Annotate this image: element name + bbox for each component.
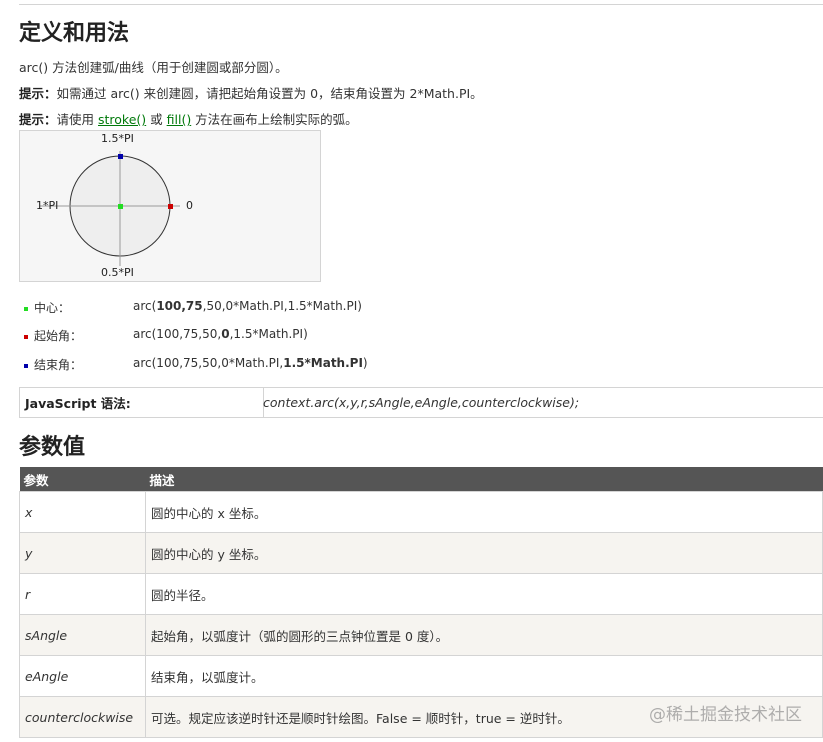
legend-end-code-bold: 1.5*Math.PI — [283, 356, 363, 370]
param-desc: 结束角，以弧度计。 — [145, 655, 823, 697]
param-desc: 圆的中心的 y 坐标。 — [145, 532, 823, 574]
tip-2-pre: 请使用 — [56, 112, 98, 127]
start-angle-marker — [168, 204, 173, 209]
legend-start: 起始角： arc(100,75,50,0,1.5*Math.PI) — [24, 327, 308, 344]
arc-diagram-svg — [40, 151, 180, 266]
legend-end-label: 结束角： — [34, 358, 83, 372]
tip-2-label: 提示： — [19, 112, 57, 127]
param-name: eAngle — [19, 655, 146, 697]
params-table: 参数 描述 x 圆的中心的 x 坐标。 y 圆的中心的 y 坐标。 r 圆的半径。 s… — [19, 467, 823, 738]
legend-center-code-pre: arc( — [133, 299, 157, 313]
legend-start-code: arc(100,75,50,0,1.5*Math.PI) — [133, 327, 308, 341]
legend-center-label: 中心： — [34, 301, 71, 315]
table-row: x 圆的中心的 x 坐标。 — [19, 491, 823, 533]
label-0-5-pi: 0.5*PI — [101, 266, 134, 279]
table-row: y 圆的中心的 y 坐标。 — [19, 532, 823, 574]
center-dot-icon — [24, 306, 28, 311]
start-dot-icon — [24, 334, 28, 339]
legend-center-code-post: ,50,0*Math.PI,1.5*Math.PI) — [202, 299, 362, 313]
syntax-label: JavaScript 语法: — [20, 388, 264, 417]
tip-2-mid: 或 — [146, 112, 167, 127]
param-desc: 圆的半径。 — [145, 573, 823, 615]
param-desc: 起始角，以弧度计（弧的圆形的三点钟位置是 0 度）。 — [145, 614, 823, 656]
tip-1-label: 提示： — [19, 86, 57, 101]
legend-end: 结束角： arc(100,75,50,0*Math.PI,1.5*Math.PI… — [24, 356, 368, 373]
center-marker — [118, 204, 123, 209]
tip-1-text: 如需通过 arc() 来创建圆，请把起始角设置为 0，结束角设置为 2*Math… — [56, 86, 483, 101]
param-name: counterclockwise — [19, 696, 146, 738]
param-name: r — [19, 573, 146, 615]
stroke-link[interactable]: stroke() — [98, 112, 146, 127]
legend-end-code-post: ) — [362, 356, 368, 370]
param-name: y — [19, 532, 146, 574]
param-name: x — [19, 491, 146, 533]
legend-center-code: arc(100,75,50,0*Math.PI,1.5*Math.PI) — [133, 299, 362, 313]
tip-2-post: 方法在画布上绘制实际的弧。 — [191, 112, 358, 127]
label-zero: 0 — [186, 199, 193, 212]
legend-center-code-bold: 100,75 — [156, 299, 203, 313]
top-divider — [19, 4, 823, 5]
label-1-5-pi: 1.5*PI — [101, 132, 134, 145]
params-title: 参数值 — [19, 435, 86, 460]
tip-1: 提示：如需通过 arc() 来创建圆，请把起始角设置为 0，结束角设置为 2*M… — [19, 83, 483, 102]
syntax-table: JavaScript 语法: context.arc(x,y,r,sAngle,… — [19, 387, 823, 418]
table-row: sAngle 起始角，以弧度计（弧的圆形的三点钟位置是 0 度）。 — [19, 614, 823, 656]
end-dot-icon — [24, 363, 28, 368]
intro-text: arc() 方法创建弧/曲线（用于创建圆或部分圆）。 — [19, 60, 288, 75]
section-title: 定义和用法 — [19, 21, 130, 46]
label-1-pi: 1*PI — [36, 199, 59, 212]
legend-start-label: 起始角： — [34, 329, 83, 343]
legend-start-code-bold: 0 — [221, 327, 230, 341]
param-name: sAngle — [19, 614, 146, 656]
legend-start-code-pre: arc(100,75,50, — [133, 327, 222, 341]
params-header-row: 参数 描述 — [19, 467, 823, 492]
legend-end-code-pre: arc(100,75,50,0*Math.PI, — [133, 356, 284, 370]
param-desc: 圆的中心的 x 坐标。 — [145, 491, 823, 533]
legend-center: 中心： arc(100,75,50,0*Math.PI,1.5*Math.PI) — [24, 299, 362, 316]
end-angle-marker — [118, 154, 123, 159]
legend-end-code: arc(100,75,50,0*Math.PI,1.5*Math.PI) — [133, 356, 368, 370]
tip-2: 提示：请使用 stroke() 或 fill() 方法在画布上绘制实际的弧。 — [19, 109, 358, 128]
arc-diagram: 1.5*PI 1*PI 0 0.5*PI — [19, 130, 321, 282]
table-row: r 圆的半径。 — [19, 573, 823, 615]
syntax-code: context.arc(x,y,r,sAngle,eAngle,counterc… — [263, 395, 580, 410]
fill-link[interactable]: fill() — [167, 112, 192, 127]
table-row: eAngle 结束角，以弧度计。 — [19, 655, 823, 697]
legend-start-code-post: ,1.5*Math.PI) — [229, 327, 308, 341]
header-param: 参数 — [19, 467, 146, 492]
header-desc: 描述 — [145, 467, 823, 492]
watermark: @稀土掘金技术社区 — [649, 705, 802, 725]
